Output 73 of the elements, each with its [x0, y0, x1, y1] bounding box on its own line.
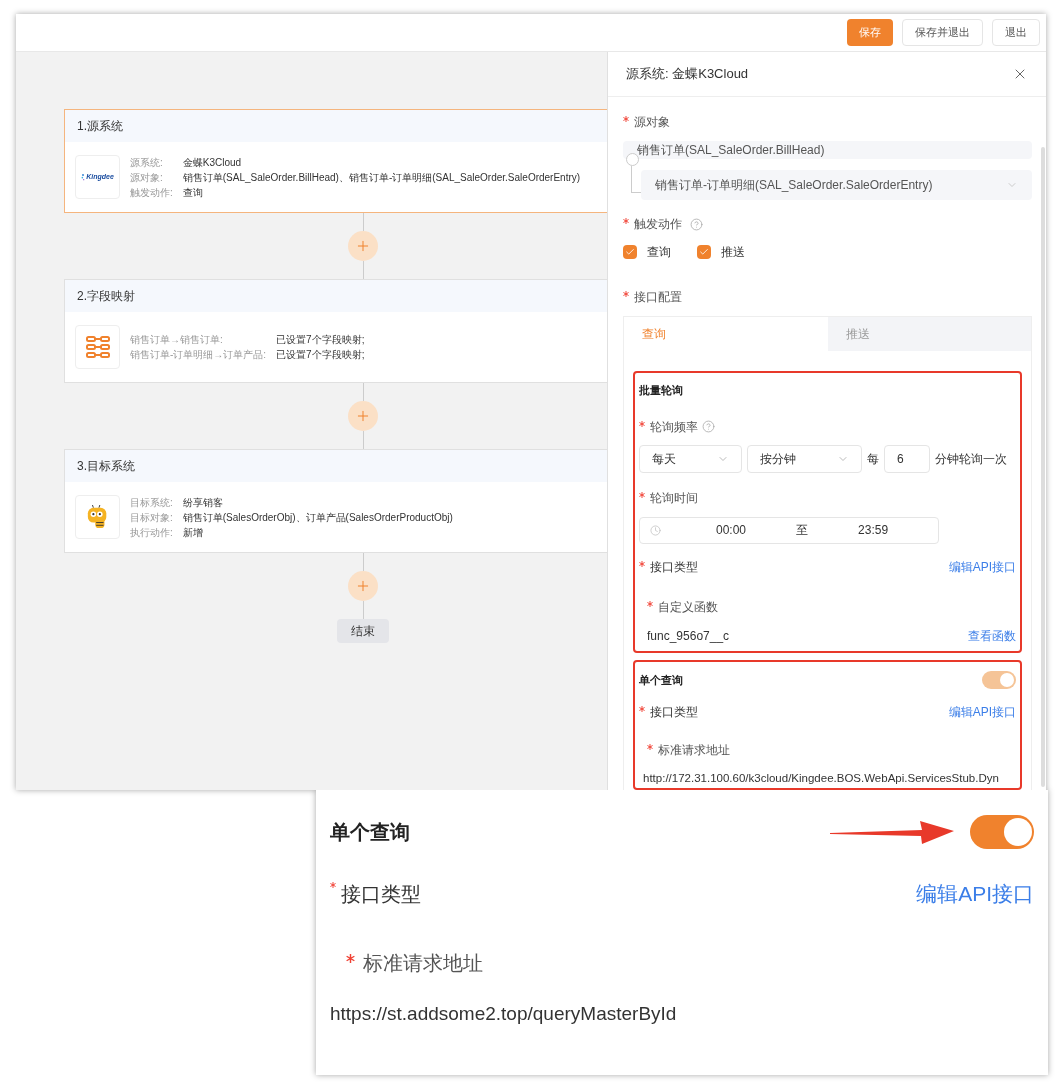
plus-icon: [355, 408, 371, 424]
section-title: 单个查询: [639, 672, 683, 688]
field-value: 新增: [182, 525, 204, 540]
field-value: 查询: [182, 185, 204, 200]
step-title: 3.目标系统: [77, 458, 135, 475]
field-value: 销售订单(SAL_SaleOrder.BillHead)、销售订单-订单明细(SAL_SaleOrder.SaleOrderEntry): [182, 170, 581, 185]
field-label: 目标对象:: [130, 510, 173, 525]
plus-icon: [355, 578, 371, 594]
function-name: func_956o7__c: [647, 627, 730, 645]
view-function-link[interactable]: 查看函数: [968, 626, 1016, 645]
request-url: https://st.addsome2.top/queryMasterById: [330, 1001, 678, 1026]
field-label: 轮询时间: [650, 489, 698, 507]
field-label: 接口类型: [341, 881, 421, 907]
section-title: 批量轮询: [639, 383, 684, 398]
field-label: 销售订单→销售订单:: [130, 333, 224, 347]
section-title: 单个查询: [330, 820, 410, 845]
field-mapping-icon: [85, 336, 110, 358]
field-label: 自定义函数: [658, 598, 718, 616]
field-value: 已设置7个字段映射;: [276, 348, 365, 362]
add-step-button[interactable]: [348, 571, 378, 601]
field-label: 执行动作:: [130, 525, 173, 540]
field-label: 接口类型: [650, 558, 698, 576]
clock-icon: [650, 524, 661, 536]
add-step-button[interactable]: [348, 231, 378, 261]
field-label: 销售订单-订单明细→订单产品:: [130, 348, 267, 362]
end-node[interactable]: 结束: [337, 619, 389, 643]
toggle-switch[interactable]: [982, 671, 1016, 689]
time-range-picker[interactable]: 00:00 至 23:59: [639, 516, 939, 544]
step-title: 1.源系统: [77, 118, 123, 135]
checkbox-label: 推送: [721, 244, 745, 261]
field-label: 触发动作:: [130, 185, 173, 200]
field-value: 纷享销客: [182, 495, 224, 510]
every-label: 每: [867, 450, 879, 468]
flow-step-card[interactable]: 3.目标系统 目标系统: 纷享销客 目标对象: 销售订单(SalesOrderObj)、订单产品(SalesOrderProductObj) 执行动作: 新增: [64, 449, 607, 553]
child-object-select[interactable]: 销售订单-订单明细(SAL_SaleOrder.SaleOrderEntry): [641, 170, 1032, 200]
plus-icon: [355, 238, 371, 254]
field-label: 源系统:: [130, 155, 164, 170]
toggle-switch[interactable]: [970, 815, 1034, 849]
flow-step-card[interactable]: 2.字段映射 销售订单→销售订单: 已设置7个字段映射; 销售订单-订单明细→订单产品: 已设置7个字段映射;: [64, 279, 607, 383]
field-label: 接口配置: [634, 289, 682, 306]
edit-api-link[interactable]: 编辑API接口: [948, 557, 1016, 576]
field-value: 销售订单(SalesOrderObj)、订单产品(SalesOrderProductObj): [182, 510, 453, 525]
field-label: 源对象: [634, 114, 670, 131]
request-url: http://172.31.100.60/k3cloud/Kingdee.BOS.WebApi.ServicesStub.Dyn: [643, 771, 1000, 786]
scrollbar[interactable]: [1041, 147, 1045, 787]
edit-api-link[interactable]: 编辑API接口: [916, 878, 1034, 910]
field-label: 轮询频率: [650, 418, 698, 436]
edit-api-link[interactable]: 编辑API接口: [948, 703, 1016, 721]
field-value: 已设置7个字段映射;: [276, 333, 365, 347]
help-icon[interactable]: [702, 420, 715, 433]
check-icon: [699, 247, 709, 257]
step-title: 2.字段映射: [77, 288, 135, 305]
interval-suffix: 分钟轮询一次: [935, 450, 1007, 468]
help-icon[interactable]: [690, 217, 703, 231]
source-object-field[interactable]: 销售订单(SAL_SaleOrder.BillHead): [623, 141, 1032, 159]
checkbox[interactable]: [697, 245, 711, 259]
field-label: 接口类型: [650, 704, 698, 721]
field-label: 触发动作: [634, 216, 682, 233]
field-label: 标准请求地址: [363, 950, 483, 976]
toolbar-button[interactable]: 保存并退出: [902, 19, 983, 46]
checkbox-label: 查询: [647, 244, 671, 261]
count-input[interactable]: 6: [884, 444, 930, 473]
dropdown-select[interactable]: 按分钟: [747, 444, 862, 473]
check-icon: [625, 247, 635, 257]
field-label: 标准请求地址: [658, 742, 730, 759]
toolbar-button[interactable]: 退出: [992, 19, 1040, 46]
dropdown-select[interactable]: 每天: [639, 444, 742, 473]
add-step-button[interactable]: [348, 401, 378, 431]
field-value: 金蝶K3Cloud: [182, 155, 243, 170]
panel-title: 源系统: 金蝶K3Cloud: [626, 65, 749, 84]
checkbox[interactable]: [623, 245, 637, 259]
field-label: 目标系统:: [130, 495, 173, 510]
field-label: 源对象:: [130, 170, 164, 185]
